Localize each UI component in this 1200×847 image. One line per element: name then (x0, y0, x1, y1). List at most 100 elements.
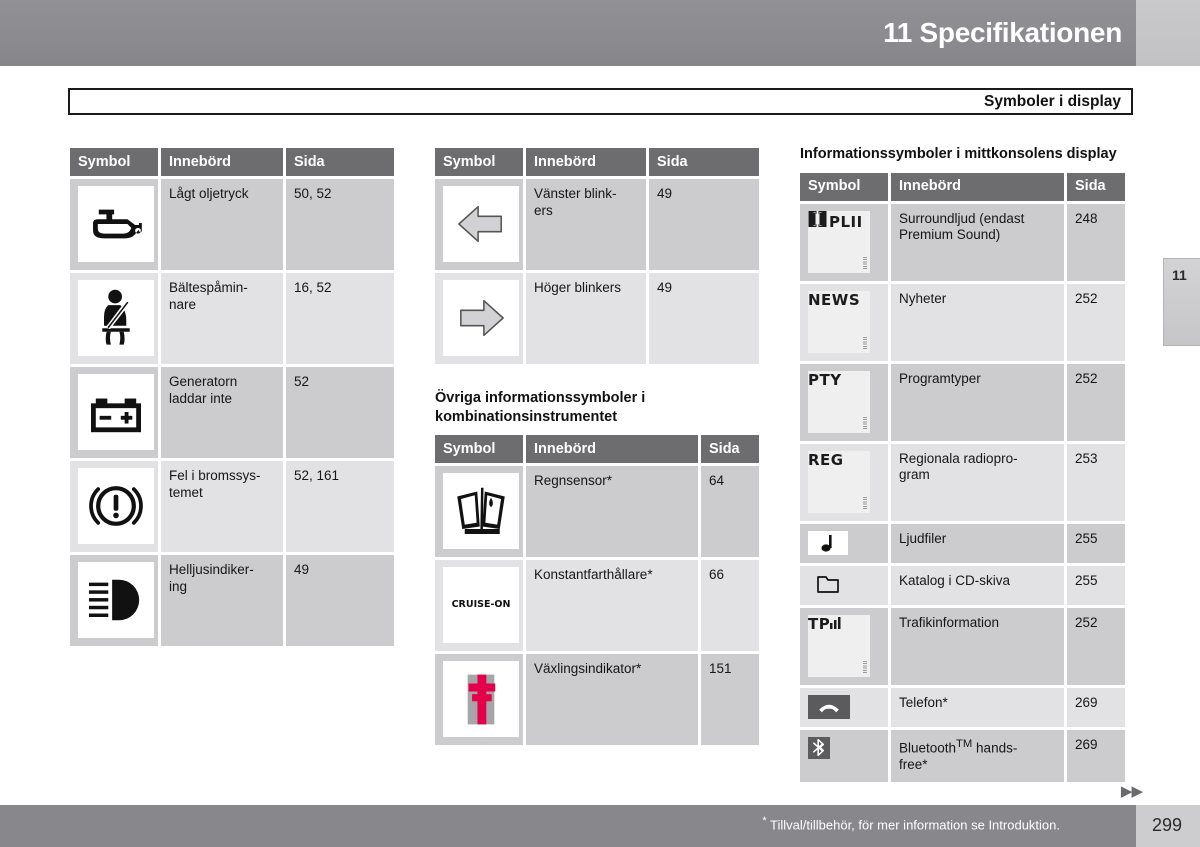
table-row: PLII Surroundljud (endast Premium Sound) 24… (800, 203, 1125, 281)
page-cell: 49 (649, 179, 759, 270)
page-header-bar: 11 Specifikationen (0, 0, 1200, 66)
left-turn-signal-icon (443, 186, 519, 262)
meaning-cell: Konstantfarthållare* (526, 560, 698, 652)
footnote-text: Tillval/tillbehör, för mer information s… (770, 817, 1060, 833)
meaning-cell: Programtyper (891, 363, 1064, 441)
page-cell: 151 (701, 654, 759, 746)
col-header-symbol: Symbol (800, 172, 888, 201)
bluetooth-icon (808, 736, 830, 759)
seatbelt-reminder-icon (78, 280, 154, 356)
meaning-cell: BluetoothTM hands-free* (891, 729, 1064, 782)
warning-symbols-table: Symbol Innebörd Sida Lågt oljetryck 50, 5… (67, 145, 397, 649)
table-row: TP Trafikinformation 252 (800, 607, 1125, 685)
col-header-page: Sida (286, 148, 394, 176)
next-page-arrows-icon[interactable]: ▶▶ (1121, 782, 1143, 800)
col-header-page: Sida (701, 435, 759, 464)
table-row: Telefon* 269 (800, 687, 1125, 727)
lcd-label: TP (808, 615, 841, 633)
symbol-cell (435, 654, 523, 746)
col-header-symbol: Symbol (435, 435, 523, 464)
page-cell: 252 (1067, 283, 1125, 361)
table-row: BluetoothTM hands-free* 269 (800, 729, 1125, 782)
footnote-star: * (762, 815, 767, 827)
section-title-box: Symboler i display (68, 88, 1133, 115)
col-header-meaning: Innebörd (891, 172, 1064, 201)
dolby-prologic2-icon: PLII (808, 210, 870, 273)
col-header-symbol: Symbol (435, 148, 523, 176)
right-column: Informationssymboler i mittkonsolens dis… (800, 145, 1131, 785)
lcd-label: NEWS (808, 290, 861, 309)
lcd-tick-marks (863, 336, 867, 350)
table-row: Bältespåmin-nare 16, 52 (70, 273, 394, 364)
meaning-cell: Regionala radiopro-gram (891, 443, 1064, 521)
symbol-cell (435, 179, 523, 270)
table-row: Helljusindiker-ing 49 (70, 555, 394, 646)
meaning-cell: Regnsensor* (526, 466, 698, 558)
meaning-cell: Fel i bromssys-temet (161, 461, 283, 552)
symbol-cell (800, 523, 888, 563)
page-cell: 50, 52 (286, 179, 394, 270)
turn-signal-symbols-table: Symbol Innebörd Sida Vänster blink-ers 49… (432, 145, 762, 367)
symbol-cell (70, 179, 158, 270)
symbol-cell (435, 466, 523, 558)
page-cell: 52 (286, 367, 394, 458)
page-cell: 269 (1067, 687, 1125, 727)
page-cell: 16, 52 (286, 273, 394, 364)
rain-sensor-icon (443, 473, 519, 550)
col-header-meaning: Innebörd (526, 148, 646, 176)
symbol-cell (800, 729, 888, 782)
left-column: Symbol Innebörd Sida Lågt oljetryck 50, 5… (70, 145, 400, 649)
page-cell: 252 (1067, 363, 1125, 441)
symbol-cell (70, 367, 158, 458)
symbol-cell: CRUISE-ON (435, 560, 523, 652)
meaning-cell: Telefon* (891, 687, 1064, 727)
low-oil-pressure-icon (78, 186, 154, 262)
dolby-logo-text: PLII (808, 210, 863, 231)
meaning-cell: Generatorn laddar inte (161, 367, 283, 458)
meaning-cell: Surroundljud (endast Premium Sound) (891, 203, 1064, 281)
table-row: Regnsensor* 64 (435, 466, 759, 558)
symbol-cell (800, 565, 888, 605)
table-header-row: Symbol Innebörd Sida (800, 172, 1125, 201)
table-header-row: Symbol Innebörd Sida (435, 148, 759, 176)
pty-icon: PTY (808, 370, 870, 433)
page-cell: 253 (1067, 443, 1125, 521)
table-header-row: Symbol Innebörd Sida (70, 148, 394, 176)
table-row: Höger blinkers 49 (435, 273, 759, 364)
symbol-cell: PLII (800, 203, 888, 281)
symbol-cell: PTY (800, 363, 888, 441)
col-header-page: Sida (649, 148, 759, 176)
table-row: Fel i bromssys-temet 52, 161 (70, 461, 394, 552)
middle-column: Symbol Innebörd Sida Vänster blink-ers 49… (435, 145, 765, 748)
symbol-cell: NEWS (800, 283, 888, 361)
table-row: Generatorn laddar inte 52 (70, 367, 394, 458)
symbol-cell: REG (800, 443, 888, 521)
music-note-icon (808, 530, 848, 555)
page-cell: 64 (701, 466, 759, 558)
page-cell: 66 (701, 560, 759, 652)
meaning-cell: Helljusindiker-ing (161, 555, 283, 646)
page-number: 299 (1152, 815, 1183, 835)
table-row: Lågt oljetryck 50, 52 (70, 179, 394, 270)
other-info-symbols-table: Symbol Innebörd Sida Regnsensor* 64 CRUISE… (432, 432, 762, 748)
folder-icon (808, 573, 848, 597)
page-cell: 252 (1067, 607, 1125, 685)
console-display-symbols-heading: Informationssymboler i mittkonsolens dis… (800, 146, 1117, 162)
col-header-meaning: Innebörd (526, 435, 698, 464)
console-display-symbols-table: Symbol Innebörd Sida PLII Surroundljud (e… (797, 170, 1128, 785)
gear-shift-indicator-icon (443, 661, 519, 738)
symbol-cell: TP (800, 607, 888, 685)
table-row: NEWS Nyheter 252 (800, 283, 1125, 361)
chapter-tab[interactable]: 11 (1163, 258, 1200, 346)
meaning-cell: Höger blinkers (526, 273, 646, 364)
lcd-tick-marks (863, 416, 867, 430)
lcd-label: REG (808, 450, 844, 469)
lcd-tick-marks (863, 256, 867, 270)
chapter-tab-label: 11 (1172, 267, 1187, 283)
table-row: Växlingsindikator* 151 (435, 654, 759, 746)
table-row: Ljudfiler 255 (800, 523, 1125, 563)
page-cell: 269 (1067, 729, 1125, 782)
meaning-cell: Växlingsindikator* (526, 654, 698, 746)
section-title: Symboler i display (984, 93, 1121, 110)
meaning-cell: Ljudfiler (891, 523, 1064, 563)
